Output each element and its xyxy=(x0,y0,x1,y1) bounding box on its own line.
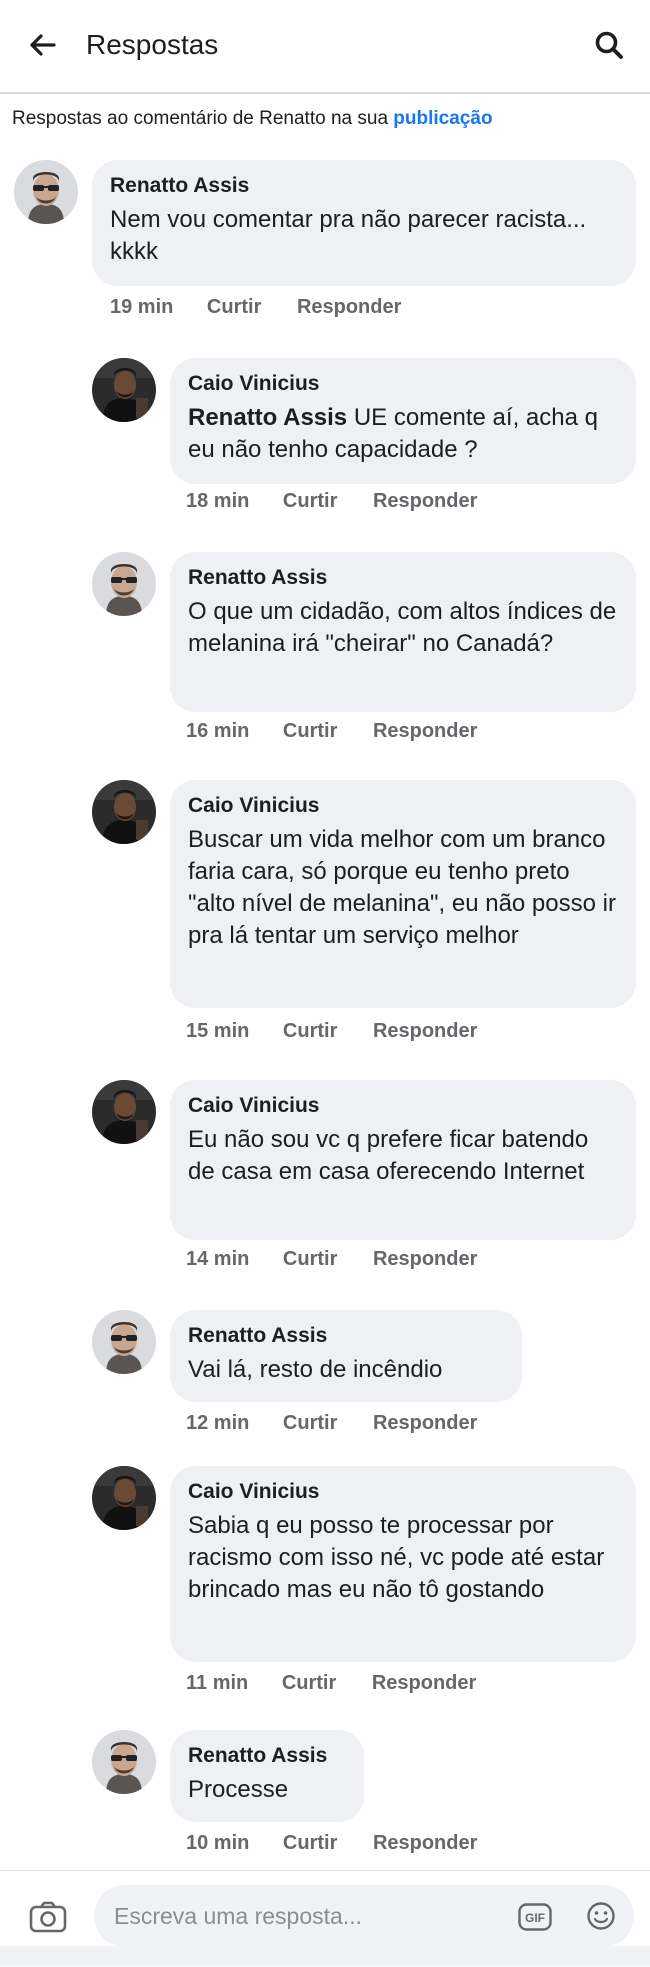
comment-text: Buscar um vida melhor com um branco fari… xyxy=(188,826,616,949)
comment-author[interactable]: Renatto Assis xyxy=(188,1742,346,1770)
avatar[interactable] xyxy=(92,780,156,844)
reply-comment: Caio Vinicius Renatto Assis UE comente a… xyxy=(0,358,636,518)
comment-actions: 11 min Curtir Responder xyxy=(186,1670,506,1696)
comment-text: O que um cidadão, com altos índices de m… xyxy=(188,598,617,657)
comment-time: 10 min xyxy=(186,1832,250,1854)
like-button[interactable]: Curtir xyxy=(283,720,337,742)
reply-button[interactable]: Responder xyxy=(297,296,401,318)
back-button[interactable] xyxy=(26,28,60,62)
comment-author[interactable]: Caio Vinicius xyxy=(188,1092,618,1120)
comment-actions: 16 min Curtir Responder xyxy=(186,718,507,744)
publication-link[interactable]: publicação xyxy=(393,108,492,129)
comment-time: 15 min xyxy=(186,1020,250,1042)
comment-actions: 12 min Curtir Responder xyxy=(186,1410,507,1436)
like-button[interactable]: Curtir xyxy=(282,1672,336,1694)
comment-bubble: Renatto Assis Nem vou comentar pra não p… xyxy=(92,160,636,286)
avatar[interactable] xyxy=(92,358,156,422)
comment-time: 18 min xyxy=(186,490,250,512)
like-button[interactable]: Curtir xyxy=(283,490,337,512)
comment-time: 12 min xyxy=(186,1412,250,1434)
reply-button[interactable]: Responder xyxy=(373,1248,477,1270)
comment-text: Renatto Assis UE comente aí, acha q eu n… xyxy=(188,402,618,466)
camera-icon xyxy=(29,1901,67,1933)
arrow-left-icon xyxy=(30,34,56,56)
emoji-icon xyxy=(587,1902,615,1930)
avatar[interactable] xyxy=(92,1466,156,1530)
comment-time: 14 min xyxy=(186,1248,250,1270)
reply-comment: Caio Vinicius Eu não sou vc q prefere fi… xyxy=(0,1080,636,1276)
comment-bubble: Caio Vinicius Sabia q eu posso te proces… xyxy=(170,1466,636,1662)
avatar[interactable] xyxy=(92,1730,156,1794)
reply-comment: Renatto Assis Vai lá, resto de incêndio … xyxy=(0,1310,620,1434)
comment-time: 16 min xyxy=(186,720,250,742)
like-button[interactable]: Curtir xyxy=(207,296,261,318)
comment-bubble: Caio Vinicius Renatto Assis UE comente a… xyxy=(170,358,636,484)
comment-author[interactable]: Caio Vinicius xyxy=(188,370,618,398)
comment-bubble: Caio Vinicius Buscar um vida melhor com … xyxy=(170,780,636,1008)
comment-time: 19 min xyxy=(110,296,174,318)
reply-comment: Caio Vinicius Sabia q eu posso te proces… xyxy=(0,1466,636,1696)
comment-text: Eu não sou vc q prefere ficar batendo de… xyxy=(188,1126,589,1185)
page-title: Respostas xyxy=(86,29,219,60)
gif-icon: GIF xyxy=(518,1903,552,1931)
comment-bubble: Renatto Assis Processe xyxy=(170,1730,364,1822)
like-button[interactable]: Curtir xyxy=(283,1248,337,1270)
replies-context: Respostas ao comentário de Renatto na su… xyxy=(12,106,493,132)
bottom-bar xyxy=(0,1946,650,1966)
comment-author[interactable]: Renatto Assis xyxy=(188,564,618,592)
like-button[interactable]: Curtir xyxy=(283,1412,337,1434)
reply-button[interactable]: Responder xyxy=(373,1020,477,1042)
camera-button[interactable] xyxy=(26,1897,70,1937)
comment-author[interactable]: Caio Vinicius xyxy=(188,792,618,820)
reply-button[interactable]: Responder xyxy=(373,720,477,742)
avatar[interactable] xyxy=(14,160,78,224)
like-button[interactable]: Curtir xyxy=(283,1832,337,1854)
comment-bubble: Renatto Assis O que um cidadão, com alto… xyxy=(170,552,636,712)
comment-author[interactable]: Renatto Assis xyxy=(188,1322,504,1350)
comment-actions: 10 min Curtir Responder xyxy=(186,1830,507,1856)
emoji-button[interactable] xyxy=(584,1899,618,1933)
reply-button[interactable]: Responder xyxy=(372,1672,476,1694)
reply-comment: Caio Vinicius Buscar um vida melhor com … xyxy=(0,780,636,1050)
comment: Renatto Assis Nem vou comentar pra não p… xyxy=(0,160,636,325)
header-bar: Respostas xyxy=(0,0,650,94)
avatar[interactable] xyxy=(92,1310,156,1374)
like-button[interactable]: Curtir xyxy=(283,1020,337,1042)
avatar[interactable] xyxy=(92,552,156,616)
comment-time: 11 min xyxy=(186,1672,249,1694)
reply-comment: Renatto Assis O que um cidadão, com alto… xyxy=(0,552,636,748)
reply-button[interactable]: Responder xyxy=(373,490,477,512)
gif-button[interactable]: GIF xyxy=(516,1901,554,1933)
comment-bubble: Renatto Assis Vai lá, resto de incêndio xyxy=(170,1310,522,1402)
svg-text:GIF: GIF xyxy=(525,1911,545,1925)
reply-button[interactable]: Responder xyxy=(373,1832,477,1854)
comment-actions: 18 min Curtir Responder xyxy=(186,488,507,514)
search-button[interactable] xyxy=(590,26,628,64)
context-text: Respostas ao comentário de Renatto na su… xyxy=(12,108,394,129)
comment-text: Sabia q eu posso te processar por racism… xyxy=(188,1512,605,1603)
comment-text: Nem vou comentar pra não parecer racista… xyxy=(110,206,587,265)
comment-author[interactable]: Caio Vinicius xyxy=(188,1478,618,1506)
comment-text: Processe xyxy=(188,1776,289,1803)
comment-text: Vai lá, resto de incêndio xyxy=(188,1356,443,1383)
reply-button[interactable]: Responder xyxy=(373,1412,477,1434)
comment-bubble: Caio Vinicius Eu não sou vc q prefere fi… xyxy=(170,1080,636,1240)
comment-actions: 19 min Curtir Responder xyxy=(110,294,431,320)
mention-link[interactable]: Renatto Assis xyxy=(188,404,347,431)
avatar[interactable] xyxy=(92,1080,156,1144)
comment-actions: 15 min Curtir Responder xyxy=(186,1018,507,1044)
reply-comment: Renatto Assis Processe 10 min Curtir Res… xyxy=(0,1730,620,1854)
search-icon xyxy=(595,31,623,59)
comment-author[interactable]: Renatto Assis xyxy=(110,172,618,200)
comment-actions: 14 min Curtir Responder xyxy=(186,1246,507,1272)
